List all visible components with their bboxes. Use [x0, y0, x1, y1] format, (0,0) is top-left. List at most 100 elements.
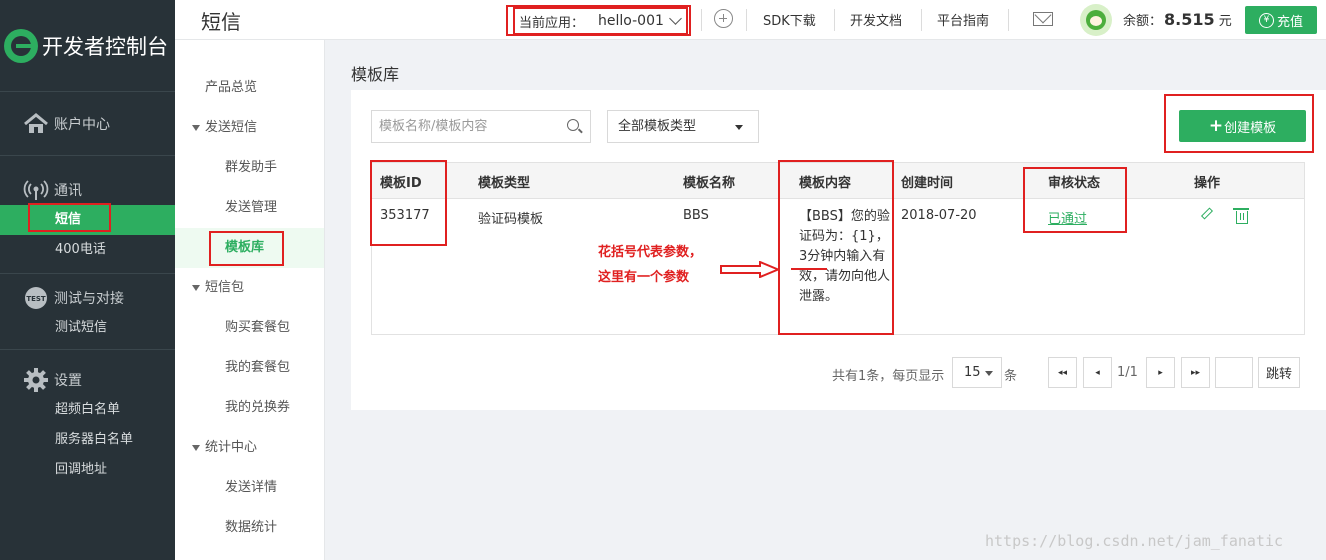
nav-item-test-sms[interactable]: 测试短信 — [0, 313, 175, 343]
delete-icon[interactable] — [1233, 208, 1249, 224]
cell-created-time: 2018-07-20 — [901, 208, 977, 223]
nav-communication[interactable]: 通讯 — [0, 175, 175, 205]
last-page-button[interactable]: ▸▸ — [1181, 357, 1210, 388]
highlight-box — [778, 160, 894, 335]
subnav-buy-package[interactable]: 购买套餐包 — [175, 308, 324, 348]
balance-display: 余额： 8.515 元 — [1123, 10, 1232, 29]
subnav-my-vouchers[interactable]: 我的兑换券 — [175, 388, 324, 428]
edit-icon[interactable] — [1200, 207, 1214, 220]
subnav-sms-package[interactable]: 短信包 — [175, 268, 324, 308]
subnav-send-sms[interactable]: 发送短信 — [175, 108, 324, 148]
caret-down-icon — [735, 125, 743, 130]
subnav-data-stats[interactable]: 数据统计 — [175, 508, 324, 548]
highlight-box — [1023, 167, 1127, 233]
nav-settings[interactable]: 设置 — [0, 365, 175, 395]
balance-amount: 8.515 — [1164, 10, 1215, 29]
recharge-button[interactable]: ¥ 充值 — [1245, 6, 1317, 34]
cell-template-type: 验证码模板 — [478, 212, 544, 227]
highlight-box — [370, 160, 447, 246]
header-divider — [701, 9, 702, 31]
dev-docs-link[interactable]: 开发文档 — [850, 10, 902, 29]
nav-communication-label: 通讯 — [54, 183, 82, 199]
subnav-send-details[interactable]: 发送详情 — [175, 468, 324, 508]
nav-account-center[interactable]: 账户中心 — [0, 109, 175, 139]
page-title: 短信 — [201, 10, 241, 34]
col-actions: 操作 — [1194, 176, 1221, 191]
recharge-label: 充值 — [1276, 14, 1303, 30]
header-divider — [921, 9, 922, 31]
page-jump-input[interactable] — [1215, 357, 1253, 388]
cell-template-name: BBS — [683, 208, 709, 223]
logo-icon — [4, 28, 38, 63]
nav-item-400-phone-label: 400电话 — [55, 242, 106, 257]
subnav-bulk-assistant[interactable]: 群发助手 — [175, 148, 324, 188]
col-template-name: 模板名称 — [683, 176, 736, 191]
subnav-my-packages[interactable]: 我的套餐包 — [175, 348, 324, 388]
nav-item-server-whitelist[interactable]: 服务器白名单 — [0, 425, 175, 455]
test-icon: TEST — [22, 287, 50, 309]
nav-item-400-phone[interactable]: 400电话 — [0, 235, 175, 265]
annotation-line-2: 这里有一个参数 — [598, 270, 690, 285]
page-size-value: 15 — [964, 365, 981, 380]
subnav-stats-center[interactable]: 统计中心 — [175, 428, 324, 468]
mail-icon[interactable] — [1033, 12, 1053, 26]
template-type-select[interactable]: 全部模板类型 — [607, 110, 759, 143]
sms-subnav: 产品总览 发送短信 群发助手 发送管理 模板库 短信包 购买套餐包 我的套餐包 … — [175, 40, 325, 560]
page-size-select[interactable]: 15 — [952, 357, 1002, 388]
home-icon — [22, 113, 50, 135]
nav-item-overclock-whitelist-label: 超频白名单 — [55, 402, 121, 417]
header-divider — [834, 9, 835, 31]
logo-text: 开发者控制台 — [42, 34, 168, 59]
platform-guide-link[interactable]: 平台指南 — [937, 10, 989, 29]
annotation-line-1: 花括号代表参数， — [598, 245, 703, 260]
nav-item-server-whitelist-label: 服务器白名单 — [55, 432, 134, 447]
nav-settings-label: 设置 — [54, 373, 82, 389]
brand-logo[interactable]: 开发者控制台 — [0, 0, 175, 92]
subnav-product-overview[interactable]: 产品总览 — [175, 68, 324, 108]
svg-text:TEST: TEST — [26, 295, 46, 303]
subnav-stats-center-label: 统计中心 — [205, 440, 258, 455]
search-icon[interactable] — [567, 119, 579, 131]
page-indicator: 1/1 — [1117, 365, 1138, 380]
avatar[interactable] — [1080, 4, 1112, 36]
sdk-download-link[interactable]: SDK下载 — [763, 10, 816, 29]
create-template-label: 创建模板 — [1224, 120, 1277, 136]
subnav-send-management[interactable]: 发送管理 — [175, 188, 324, 228]
next-page-button[interactable]: ▸ — [1146, 357, 1175, 388]
nav-testing[interactable]: TEST 测试与对接 — [0, 283, 175, 313]
nav-group-account: 账户中心 — [0, 92, 175, 156]
create-template-button[interactable]: + 创建模板 — [1179, 110, 1306, 142]
subnav-sms-package-label: 短信包 — [205, 280, 245, 295]
page-jump-button[interactable]: 跳转 — [1258, 357, 1300, 388]
caret-down-icon — [985, 371, 993, 376]
template-type-value: 全部模板类型 — [618, 119, 697, 134]
annotation-arrow-icon — [720, 261, 780, 278]
nav-item-overclock-whitelist[interactable]: 超频白名单 — [0, 395, 175, 425]
highlight-box: + 创建模板 — [1164, 94, 1314, 153]
nav-group-testing: TEST 测试与对接 测试短信 — [0, 274, 175, 350]
first-page-button[interactable]: ◂◂ — [1048, 357, 1077, 388]
col-template-type: 模板类型 — [478, 176, 531, 191]
nav-item-callback-url[interactable]: 回调地址 — [0, 455, 175, 485]
pagination-unit: 条 — [1004, 369, 1018, 384]
add-app-icon[interactable] — [714, 9, 733, 28]
nav-group-settings: 设置 超频白名单 服务器白名单 回调地址 — [0, 350, 175, 485]
header-divider — [746, 9, 747, 31]
plus-icon: + — [1208, 116, 1224, 136]
search-placeholder: 模板名称/模板内容 — [379, 119, 488, 134]
nav-item-test-sms-label: 测试短信 — [55, 320, 108, 335]
main-sidebar: 开发者控制台 账户中心 通讯 短信 400电话 TEST 测试与对接 测试短信 … — [0, 0, 175, 560]
watermark: https://blog.csdn.net/jam_fanatic — [985, 532, 1284, 550]
nav-item-callback-url-label: 回调地址 — [55, 462, 108, 477]
pagination-summary: 共有1条，每页显示 — [832, 369, 945, 384]
balance-label: 余额： — [1123, 14, 1163, 29]
yen-icon: ¥ — [1258, 12, 1274, 28]
gear-icon — [22, 368, 50, 392]
col-created-time: 创建时间 — [901, 176, 954, 191]
signal-icon — [22, 179, 50, 201]
nav-testing-label: 测试与对接 — [54, 291, 124, 307]
prev-page-button[interactable]: ◂ — [1083, 357, 1112, 388]
highlight-box — [506, 5, 691, 36]
search-input[interactable]: 模板名称/模板内容 — [371, 110, 591, 143]
annotation-note: 花括号代表参数， 这里有一个参数 — [598, 240, 702, 290]
